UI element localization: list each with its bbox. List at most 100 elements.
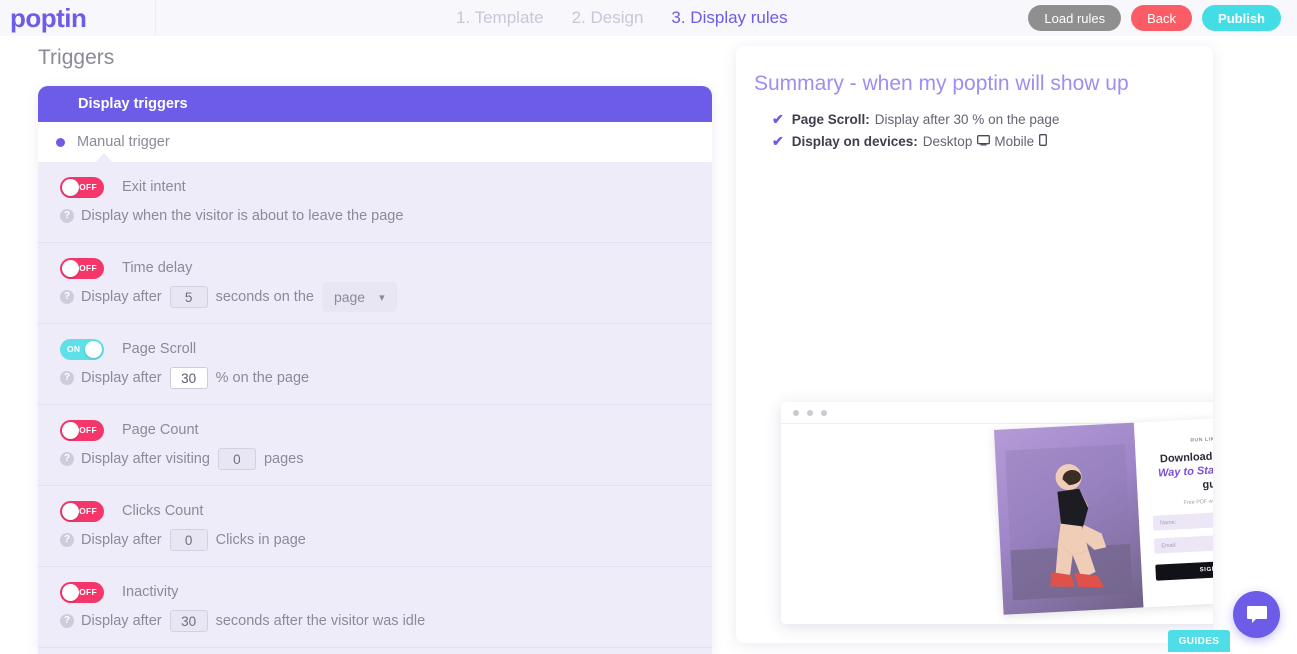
page-count-input[interactable] [217,448,256,470]
help-icon[interactable]: ? [60,452,74,466]
popup-hero-image [994,422,1144,615]
toggle-page-count[interactable]: OFF [60,419,104,441]
chat-bubble-icon [1246,605,1267,623]
popup-submit-button[interactable]: SIGN ME UP! [1155,557,1213,581]
trigger-description-after: Clicks in page [215,532,306,548]
trigger-description: Display when the visitor is about to lea… [81,208,404,224]
toggle-state-label: ON [67,343,81,354]
poptin-logo: poptin [10,3,87,33]
publish-button[interactable]: Publish [1202,5,1281,31]
toggle-state-label: OFF [79,181,97,192]
inactivity-input[interactable] [169,610,208,632]
back-button[interactable]: Back [1131,5,1193,31]
manual-trigger-row[interactable]: Manual trigger [38,122,712,163]
toggle-knob [85,340,102,358]
page-scroll-input[interactable] [169,367,208,389]
popup-preview-browser: RUN LIKE A PRO Download "The Right Way t… [781,402,1213,624]
help-icon[interactable]: ? [60,533,74,547]
trigger-row-time-delay: OFF Time delay ? Display after seconds o… [38,243,712,324]
runner-photo-illustration [1005,444,1133,601]
chat-button[interactable] [1233,591,1280,638]
toggle-knob [62,259,79,277]
trigger-description-before: Display after [81,613,162,629]
toggle-inactivity[interactable]: OFF [60,581,104,603]
guides-tab[interactable]: GUIDES [1168,630,1230,652]
logo-zone[interactable]: poptin [0,0,156,36]
mobile-icon [1039,133,1048,149]
page-title: Triggers [38,46,115,69]
trigger-row-clicks-count: OFF Clicks Count ? Display after Clicks … [38,486,712,567]
onclick-section-header[interactable]: ▾ On-click [38,648,712,654]
popup-subline: Free PDF with 28 useful tips [1183,497,1213,507]
trigger-name: Page Count [122,422,199,438]
trigger-description-before: Display after visiting [81,451,210,467]
step-display-rules[interactable]: 3. Display rules [671,8,787,28]
toggle-knob [62,502,79,520]
popup-email-field[interactable]: Email: [1153,531,1213,554]
time-delay-input[interactable] [169,286,208,308]
top-bar: poptin 1. Template 2. Design 3. Display … [0,0,1297,36]
trigger-description-after: seconds on the [215,289,314,305]
summary-card: Summary - when my poptin will show up ✔ … [736,46,1213,643]
trigger-row-exit-intent: OFF Exit intent ? Display when the visit… [38,162,712,243]
toggle-exit-intent[interactable]: OFF [60,176,104,198]
popup-content: RUN LIKE A PRO Download "The Right Way t… [1134,414,1213,607]
desktop-icon [977,134,991,149]
browser-dot-icon [807,409,813,416]
popup-headline-part2: guide [1202,477,1213,492]
chevron-down-icon: ▾ [379,291,385,304]
clicks-count-input[interactable] [169,529,208,551]
trigger-description-before: Display after [81,370,162,386]
step-template[interactable]: 1. Template [456,8,544,28]
popup-name-field[interactable]: Name: [1152,508,1213,531]
trigger-list: OFF Exit intent ? Display when the visit… [38,162,712,654]
toggle-page-scroll[interactable]: ON [60,338,104,360]
help-icon[interactable]: ? [60,371,74,385]
popup-kicker: RUN LIKE A PRO [1190,435,1213,444]
browser-dot-icon [821,409,827,416]
manual-trigger-label: Manual trigger [77,134,170,150]
trigger-description-after: seconds after the visitor was idle [215,613,426,629]
summary-item-key: Display on devices: [791,133,918,149]
preview-area: Summary - when my poptin will show up ✔ … [720,40,1297,654]
toggle-state-label: OFF [79,586,97,597]
triggers-panel: Display triggers Manual trigger OFF Exit… [38,86,712,654]
trigger-description-after: pages [263,451,304,467]
help-icon[interactable]: ? [60,209,74,223]
toggle-state-label: OFF [79,262,97,273]
check-icon: ✔ [772,110,784,127]
popup-headline: Download "The Right Way to Start Running… [1149,446,1213,495]
browser-titlebar [781,402,1213,424]
bullet-icon [56,137,65,147]
trigger-name: Exit intent [122,179,186,195]
trigger-name: Clicks Count [122,503,204,519]
trigger-row-page-count: OFF Page Count ? Display after visiting … [38,405,712,486]
toggle-time-delay[interactable]: OFF [60,257,104,279]
time-delay-scope-select[interactable]: page ▾ [321,282,397,312]
step-design[interactable]: 2. Design [572,8,644,28]
toggle-clicks-count[interactable]: OFF [60,500,104,522]
app-root: poptin 1. Template 2. Design 3. Display … [0,0,1297,654]
toggle-knob [62,583,79,601]
summary-item-value: Display after 30 % on the page [874,111,1060,127]
panel-header: Display triggers [38,86,712,122]
toggle-knob [62,178,79,196]
summary-list: ✔ Page Scroll: Display after 30 % on the… [772,108,1059,152]
trigger-row-page-scroll: ON Page Scroll ? Display after % on the … [38,324,712,405]
trigger-name: Time delay [122,260,193,276]
summary-item-devices: ✔ Display on devices: Desktop Mobile [772,130,1059,152]
header-actions: Load rules Back Publish [1028,0,1281,36]
help-icon[interactable]: ? [60,614,74,628]
summary-device-desktop-label: Desktop [922,133,973,149]
trigger-name: Page Scroll [122,341,197,357]
select-value: page [333,289,366,305]
help-icon[interactable]: ? [60,290,74,304]
load-rules-button[interactable]: Load rules [1028,5,1122,31]
poptin-popup-preview[interactable]: RUN LIKE A PRO Download "The Right Way t… [994,414,1213,615]
trigger-description-after: % on the page [215,370,310,386]
popup-headline-part1: Download [1159,450,1213,466]
trigger-row-inactivity: OFF Inactivity ? Display after seconds a… [38,567,712,648]
summary-device-mobile-label: Mobile [994,133,1035,149]
toggle-state-label: OFF [79,424,97,435]
summary-item-page-scroll: ✔ Page Scroll: Display after 30 % on the… [772,108,1059,130]
